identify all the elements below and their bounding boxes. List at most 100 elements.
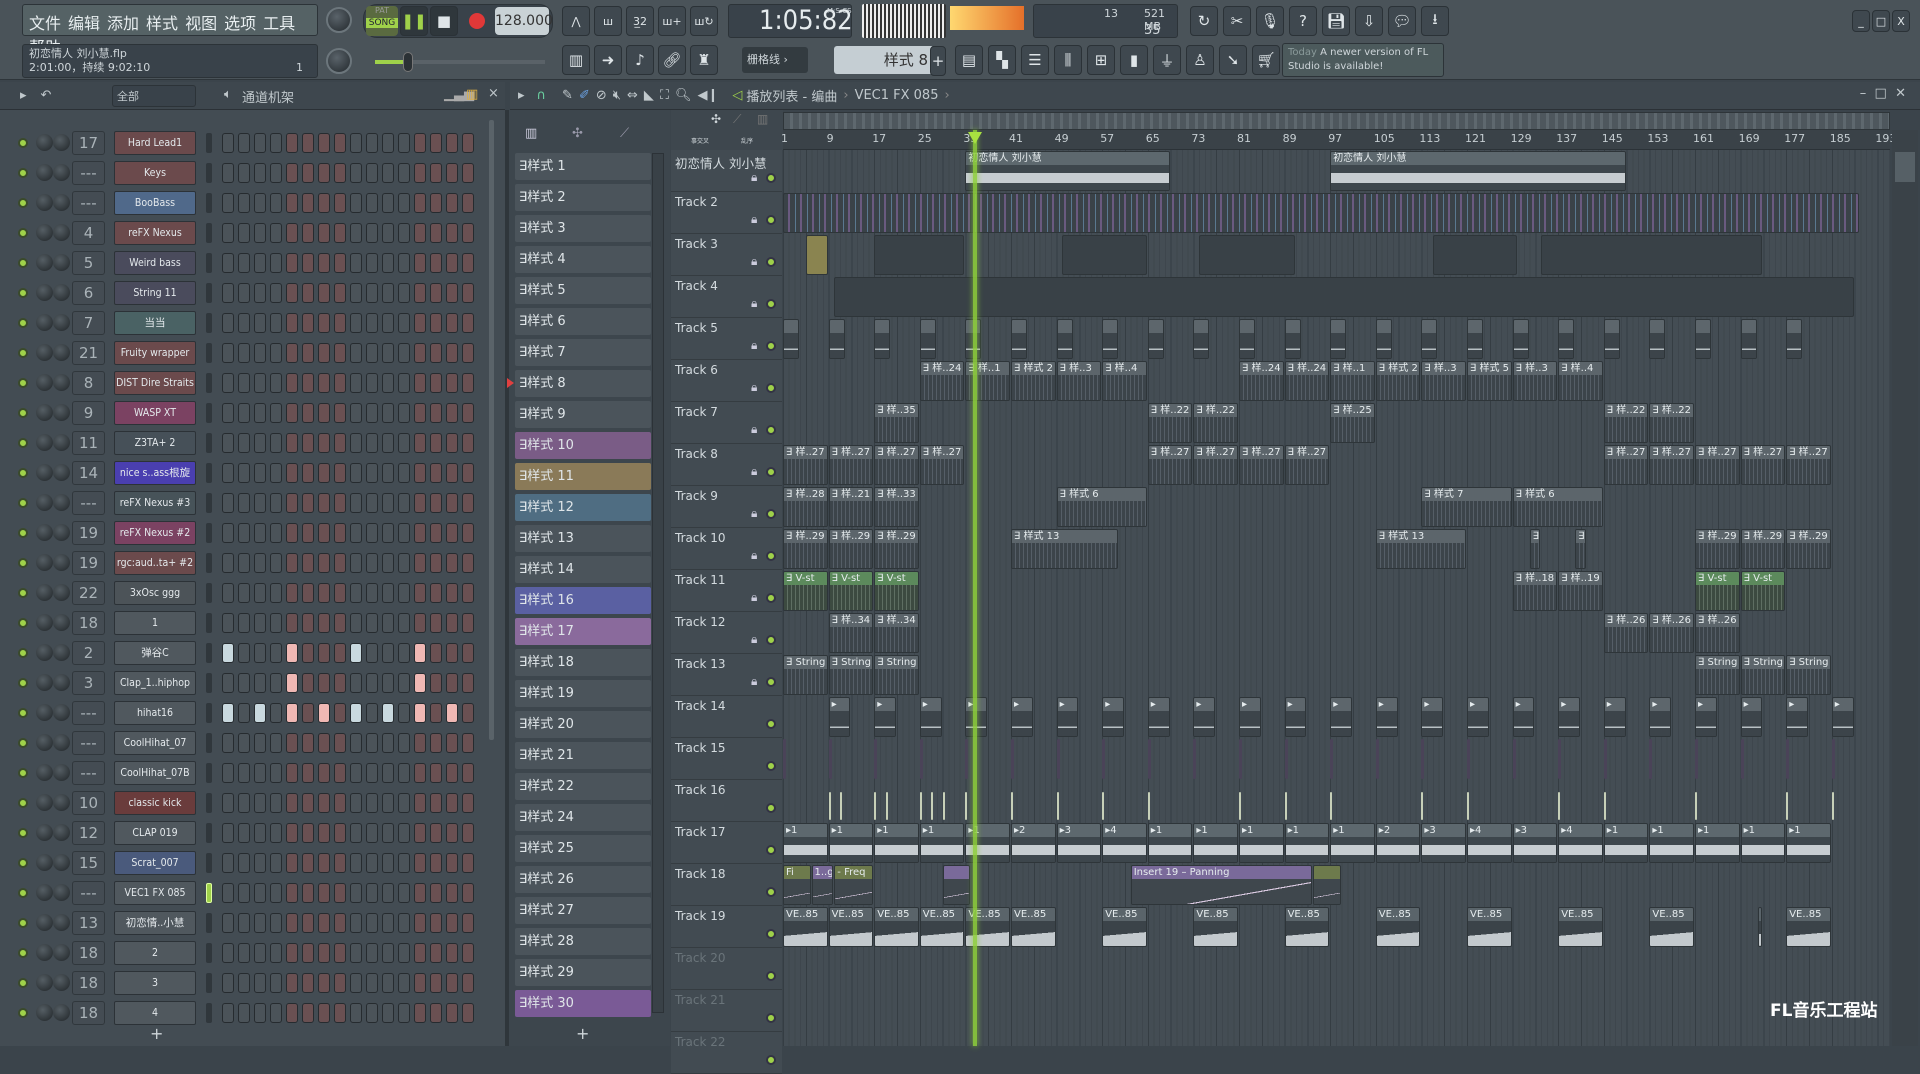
step-button[interactable]	[350, 493, 362, 513]
channel-mute-led[interactable]	[18, 648, 28, 658]
playlist-button[interactable]: ▤	[955, 45, 983, 75]
channel-name-button[interactable]: 1	[114, 611, 196, 635]
pitch-button[interactable]: ♪	[626, 45, 654, 75]
channel-volume-knob[interactable]	[53, 824, 70, 841]
playlist-clip[interactable]	[942, 792, 945, 820]
playlist-clip[interactable]	[1056, 792, 1059, 820]
step-button[interactable]	[382, 733, 394, 753]
channel-pan-knob[interactable]	[36, 854, 53, 871]
step-button[interactable]	[398, 133, 410, 153]
add-channel-button[interactable]: +	[150, 1024, 163, 1043]
channel-select-indicator[interactable]	[206, 613, 212, 633]
playlist-clip[interactable]: ∃ 样..28	[783, 487, 828, 527]
step-button[interactable]	[254, 643, 266, 663]
playlist-clip[interactable]: VE..85	[874, 907, 919, 947]
step-button[interactable]	[398, 733, 410, 753]
piano-roll-button[interactable]: ▥	[562, 45, 590, 75]
channel-pan-knob[interactable]	[36, 734, 53, 751]
step-button[interactable]	[334, 733, 346, 753]
playlist-clip[interactable]	[1330, 792, 1333, 820]
channel-select-indicator[interactable]	[206, 913, 212, 933]
playlist-clip[interactable]: ∃ 样..27	[1284, 445, 1330, 485]
step-button[interactable]	[430, 553, 442, 573]
step-button[interactable]	[302, 613, 314, 633]
channel-row[interactable]: 11 Z3TA+ 2	[0, 430, 495, 456]
step-button[interactable]	[462, 883, 474, 903]
step-button[interactable]	[286, 493, 298, 513]
channel-pan-knob[interactable]	[36, 434, 53, 451]
channel-mute-led[interactable]	[18, 588, 28, 598]
playlist-clip[interactable]: ▸4	[1558, 823, 1603, 863]
track-mute-led[interactable]	[766, 761, 776, 771]
step-button[interactable]	[222, 973, 234, 993]
step-button[interactable]	[398, 493, 410, 513]
step-button[interactable]	[238, 223, 250, 243]
channel-mute-led[interactable]	[18, 528, 28, 538]
track-lock-icon[interactable]: 🔒︎	[751, 632, 757, 647]
channel-volume-knob[interactable]	[53, 644, 70, 661]
mixer-track-number[interactable]: 18	[72, 941, 105, 965]
step-button[interactable]	[254, 913, 266, 933]
step-button[interactable]	[462, 163, 474, 183]
step-button[interactable]	[334, 613, 346, 633]
step-button[interactable]	[334, 883, 346, 903]
playlist-clip[interactable]	[874, 739, 878, 779]
playlist-clip[interactable]: ∃ 样..24	[1239, 361, 1284, 401]
step-button[interactable]	[334, 1003, 346, 1023]
playlist-clip[interactable]	[1284, 792, 1287, 820]
channel-volume-knob[interactable]	[53, 164, 70, 181]
channel-select-indicator[interactable]	[206, 973, 212, 993]
step-button[interactable]	[254, 943, 266, 963]
channel-mute-led[interactable]	[18, 738, 28, 748]
channel-filter-select[interactable]: 全部	[112, 85, 196, 107]
step-button[interactable]	[382, 403, 394, 423]
pattern-item[interactable]: ∃样式 11	[515, 463, 651, 490]
channel-volume-knob[interactable]	[53, 524, 70, 541]
step-button[interactable]	[350, 283, 362, 303]
step-button[interactable]	[462, 403, 474, 423]
playlist-clip[interactable]	[931, 792, 934, 820]
channel-mute-led[interactable]	[18, 228, 28, 238]
step-button[interactable]	[350, 553, 362, 573]
pattern-item[interactable]: ∃样式 14	[515, 556, 651, 583]
step-button[interactable]	[366, 373, 378, 393]
step-button[interactable]	[254, 613, 266, 633]
playlist-clip[interactable]: ∃ 样..21	[828, 487, 874, 527]
step-button[interactable]	[302, 823, 314, 843]
step-button[interactable]	[286, 313, 298, 333]
track-header[interactable]: Track 22	[671, 1032, 782, 1074]
channel-select-indicator[interactable]	[206, 343, 212, 363]
playlist-clip[interactable]	[1786, 739, 1790, 779]
playlist-clip[interactable]: ▸3	[1512, 823, 1558, 863]
step-button[interactable]	[286, 343, 298, 363]
step-button[interactable]	[366, 223, 378, 243]
step-button[interactable]	[334, 943, 346, 963]
step-button[interactable]	[334, 763, 346, 783]
channel-row[interactable]: 14 nice s..ass根旋	[0, 460, 495, 486]
step-button[interactable]	[446, 343, 458, 363]
step-button[interactable]	[462, 763, 474, 783]
playlist-clip[interactable]	[1011, 792, 1013, 820]
playlist-clip[interactable]: ▸	[1056, 697, 1079, 737]
step-button[interactable]	[302, 433, 314, 453]
pattern-item[interactable]: ∃样式 24	[515, 804, 651, 831]
step-button[interactable]	[222, 613, 234, 633]
step-button[interactable]	[430, 523, 442, 543]
draw-tool-icon[interactable]: ✎	[562, 88, 573, 103]
playlist-clip[interactable]: ▸1	[874, 823, 919, 863]
playlist-clip[interactable]: ▸4	[1467, 823, 1512, 863]
step-button[interactable]	[414, 613, 426, 633]
pattern-item[interactable]: ∃样式 7	[515, 339, 651, 366]
step-button[interactable]	[302, 313, 314, 333]
channel-name-button[interactable]: Fruity wrapper	[114, 341, 196, 365]
record-button[interactable]	[469, 13, 485, 29]
track-header[interactable]: Track 21	[671, 990, 782, 1032]
playlist-clip[interactable]: ∃ 样..27	[1147, 445, 1193, 485]
mixer-track-number[interactable]: 7	[72, 311, 105, 335]
step-button[interactable]	[254, 733, 266, 753]
channel-name-button[interactable]: 3	[114, 971, 196, 995]
step-edit-button[interactable]: ш+	[658, 6, 686, 36]
step-button[interactable]	[222, 673, 234, 693]
playlist-clip[interactable]: - Freq	[834, 865, 874, 905]
track-lock-icon[interactable]: 🔒︎	[751, 674, 757, 689]
